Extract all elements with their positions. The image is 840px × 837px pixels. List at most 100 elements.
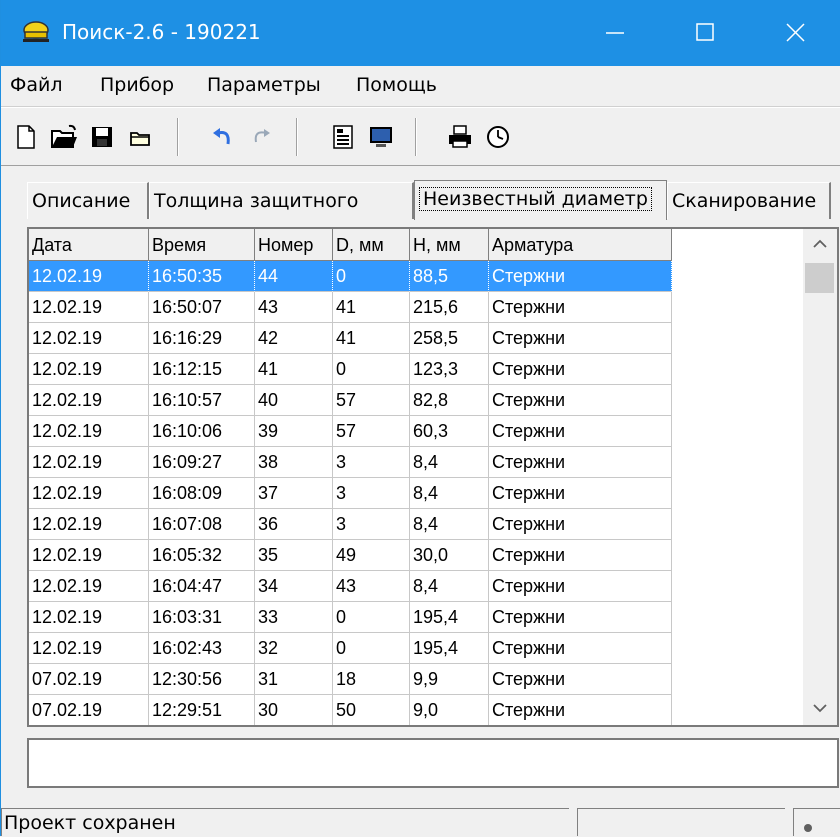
column-header-time[interactable]: Время [149,229,255,261]
cell-diameter: 49 [333,540,410,571]
menu-device[interactable]: Прибор [100,74,174,96]
cell-diameter: 3 [333,509,410,540]
table-row[interactable]: 12.02.19 16:16:29 42 41 258,5 Стержни [29,323,672,354]
cell-time: 12:29:51 [149,695,255,725]
cell-time: 16:10:06 [149,416,255,447]
table-row[interactable]: 12.02.19 16:50:07 43 41 215,6 Стержни [29,292,672,323]
scrollbar-thumb[interactable] [805,263,834,293]
cell-number: 41 [255,354,333,385]
cell-rebar: Стержни [489,261,672,292]
column-header-number[interactable]: Номер [255,229,333,261]
table-row[interactable]: 12.02.19 16:02:43 32 0 195,4 Стержни [29,633,672,664]
cell-rebar: Стержни [489,726,672,727]
table-row[interactable]: 12.02.19 16:10:06 39 57 60,3 Стержни [29,416,672,447]
close-button[interactable] [751,0,840,66]
new-file-icon[interactable] [11,122,41,152]
monitor-icon[interactable] [366,122,396,152]
cell-date: 12.02.19 [29,478,149,509]
scroll-up-icon[interactable] [813,239,827,249]
cell-rebar: Стержни [489,385,672,416]
table-row[interactable]: 07.02.19 12:30:56 31 18 9,9 Стержни [29,664,672,695]
cell-time: 16:50:07 [149,292,255,323]
cell-time: 16:50:35 [149,261,255,292]
cell-time: 12:30:56 [149,664,255,695]
cell-date: 12.02.19 [29,571,149,602]
cell-diameter: 0 [333,261,410,292]
menu-file[interactable]: Файл [10,74,63,96]
cell-diameter: 3 [333,478,410,509]
menu-parameters[interactable]: Параметры [207,74,321,96]
undo-icon[interactable] [208,122,238,152]
tab-cover-thickness[interactable]: Толщина защитного слоя [149,182,414,249]
tab-description[interactable]: Описание [27,182,149,219]
column-header-diameter[interactable]: D, мм [333,229,410,261]
table-row[interactable]: 07.02.19 12:29:51 30 50 9,0 Стержни [29,695,672,725]
folder-icon[interactable] [125,122,155,152]
maximize-button[interactable] [661,0,751,66]
minimize-button[interactable] [571,0,661,66]
table-row[interactable]: 12.02.19 16:50:35 44 0 88,5 Стержни [29,261,672,292]
cell-rebar: Стержни [489,664,672,695]
cell-height: 8,4 [410,509,489,540]
cell-time: 16:03:31 [149,602,255,633]
cell-number: 35 [255,540,333,571]
cell-diameter: 0 [333,633,410,664]
cell-diameter: 57 [333,416,410,447]
title-bar[interactable]: Поиск-2.6 - 190221 [1,0,840,66]
cell-height: 60,3 [410,416,489,447]
cell-rebar: Стержни [489,602,672,633]
clock-icon[interactable] [483,122,513,152]
cell-height: 88,5 [410,261,489,292]
cell-height: 215,6 [410,292,489,323]
cell-number: 39 [255,416,333,447]
table-row[interactable]: 05.02.1910:21:2526509,0Стержни [29,726,672,727]
cell-date: 12.02.19 [29,447,149,478]
table-row[interactable]: 12.02.19 16:03:31 33 0 195,4 Стержни [29,602,672,633]
table-row[interactable]: 12.02.19 16:12:15 41 0 123,3 Стержни [29,354,672,385]
table-row[interactable]: 12.02.19 16:08:09 37 3 8,4 Стержни [29,478,672,509]
app-icon [23,21,49,42]
cell-date: 12.02.19 [29,323,149,354]
cell-diameter: 50 [333,726,410,727]
toolbar [1,107,840,166]
cell-date: 12.02.19 [29,261,149,292]
cell-number: 31 [255,664,333,695]
device-icon[interactable] [328,122,358,152]
cell-height: 258,5 [410,323,489,354]
open-folder-icon[interactable] [49,122,79,152]
cell-height: 9,0 [410,726,489,727]
table-row[interactable]: 12.02.19 16:04:47 34 43 8,4 Стержни [29,571,672,602]
column-header-rebar[interactable]: Арматура [489,229,672,261]
cell-diameter: 43 [333,571,410,602]
cell-date: 05.02.19 [29,726,149,727]
table-row[interactable]: 12.02.19 16:07:08 36 3 8,4 Стержни [29,509,672,540]
cell-diameter: 57 [333,385,410,416]
table-row[interactable]: 12.02.19 16:10:57 40 57 82,8 Стержни [29,385,672,416]
menu-help[interactable]: Помощь [356,74,437,96]
tab-scanning[interactable]: Сканирование [667,182,831,219]
redo-icon[interactable] [246,122,276,152]
cell-diameter: 41 [333,292,410,323]
toolbar-separator [177,118,179,156]
tab-unknown-diameter[interactable]: Неизвестный диаметр [414,180,667,220]
column-header-height[interactable]: H, мм [410,229,489,261]
info-field[interactable] [27,738,839,788]
cell-height: 9,0 [410,695,489,725]
cell-diameter: 18 [333,664,410,695]
column-header-date[interactable]: Дата [29,229,149,261]
status-indicator [793,808,840,836]
print-icon[interactable] [445,122,475,152]
cell-date: 12.02.19 [29,292,149,323]
table-row[interactable]: 12.02.19 16:09:27 38 3 8,4 Стержни [29,447,672,478]
scroll-down-icon[interactable] [813,703,827,713]
cell-number: 44 [255,261,333,292]
cell-time: 16:10:57 [149,385,255,416]
cell-date: 12.02.19 [29,602,149,633]
cell-number: 42 [255,323,333,354]
close-icon [786,23,805,42]
measurements-table[interactable]: Дата Время Номер D, мм H, мм Арматура 12… [27,227,839,727]
table-row[interactable]: 12.02.19 16:05:32 35 49 30,0 Стержни [29,540,672,571]
vertical-scrollbar[interactable] [803,229,837,725]
cell-rebar: Стержни [489,323,672,354]
save-icon[interactable] [87,122,117,152]
